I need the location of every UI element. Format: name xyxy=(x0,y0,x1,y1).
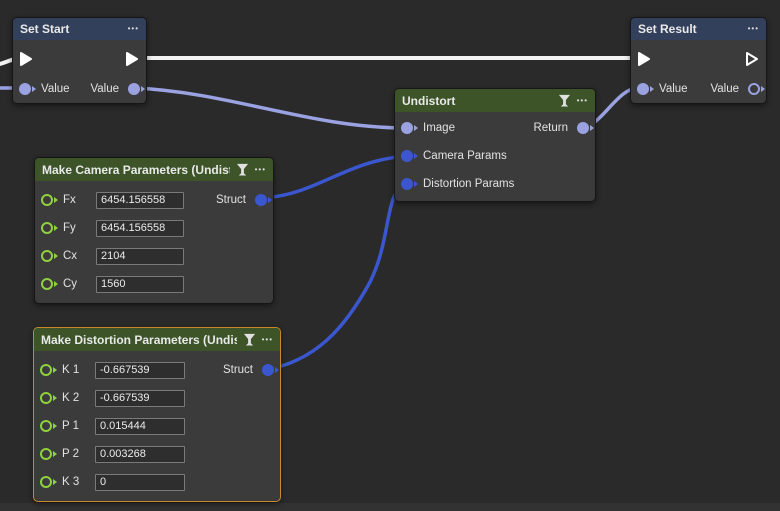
value-out-pin[interactable] xyxy=(128,83,140,95)
k3-in-pin[interactable] xyxy=(40,476,52,488)
cy-label: Cy xyxy=(63,278,88,290)
menu-icon[interactable]: ••• xyxy=(577,90,588,112)
cy-in-pin[interactable] xyxy=(41,278,53,290)
fx-input[interactable] xyxy=(96,192,184,209)
node-body: Value Value xyxy=(631,40,766,106)
param-row-cx: Cx xyxy=(35,242,273,270)
k3-input[interactable] xyxy=(95,474,185,491)
param-row-p2: P 2 xyxy=(34,440,280,468)
k1-label: K 1 xyxy=(62,364,87,376)
value-out-label: Value xyxy=(90,83,119,95)
node-title: Make Camera Parameters (Undistort) xyxy=(42,163,230,177)
node-body: Value Value xyxy=(13,40,146,106)
cx-in-pin[interactable] xyxy=(41,250,53,262)
node-make-distortion-parameters[interactable]: Make Distortion Parameters (Undistort) •… xyxy=(33,327,281,502)
node-title: Set Result xyxy=(638,22,742,36)
node-header[interactable]: Undistort ••• xyxy=(395,89,595,112)
menu-icon[interactable]: ••• xyxy=(748,18,759,40)
k2-input[interactable] xyxy=(95,390,185,407)
value-out-label: Value xyxy=(710,83,739,95)
struct-out-pin[interactable] xyxy=(255,194,267,206)
fx-label: Fx xyxy=(63,194,88,206)
node-body: Image Return Camera Params Distortion Pa… xyxy=(395,112,595,200)
p1-input[interactable] xyxy=(95,418,185,435)
p2-input[interactable] xyxy=(95,446,185,463)
k1-input[interactable] xyxy=(95,362,185,379)
exec-row xyxy=(13,44,146,74)
struct-out-label: Struct xyxy=(216,194,246,206)
return-out-label: Return xyxy=(533,122,568,134)
p1-in-pin[interactable] xyxy=(40,420,52,432)
param-row-fx: Fx Struct xyxy=(35,186,273,214)
funnel-filter-icon[interactable] xyxy=(558,94,571,107)
exec-out-pin[interactable] xyxy=(125,51,140,67)
camera-params-in-pin[interactable] xyxy=(401,150,413,162)
node-header[interactable]: Make Camera Parameters (Undistort) ••• xyxy=(35,158,273,181)
distortion-params-in-pin[interactable] xyxy=(401,178,413,190)
value-row: Value Value xyxy=(631,74,766,104)
node-set-start[interactable]: Set Start ••• Value Value xyxy=(12,17,147,104)
node-make-camera-parameters[interactable]: Make Camera Parameters (Undistort) ••• F… xyxy=(34,157,274,304)
funnel-filter-icon[interactable] xyxy=(243,333,256,346)
exec-in-pin[interactable] xyxy=(19,51,34,67)
menu-icon[interactable]: ••• xyxy=(262,329,273,351)
node-body: Fx Struct Fy Cx Cy xyxy=(35,181,273,300)
cx-input[interactable] xyxy=(96,248,184,265)
pin-row-camera-params: Camera Params xyxy=(395,142,595,170)
k1-in-pin[interactable] xyxy=(40,364,52,376)
node-undistort[interactable]: Undistort ••• Image Return Camera Params… xyxy=(394,88,596,202)
k3-label: K 3 xyxy=(62,476,87,488)
pin-row-image: Image Return xyxy=(395,114,595,142)
cy-input[interactable] xyxy=(96,276,184,293)
return-out-pin[interactable] xyxy=(577,122,589,134)
k2-in-pin[interactable] xyxy=(40,392,52,404)
node-graph-canvas[interactable]: Set Start ••• Value Value Set Result ••• xyxy=(0,0,780,511)
camera-params-in-label: Camera Params xyxy=(423,150,507,162)
param-row-k3: K 3 xyxy=(34,468,280,496)
struct-out-pin[interactable] xyxy=(262,364,274,376)
value-in-pin[interactable] xyxy=(19,83,31,95)
param-row-k1: K 1 Struct xyxy=(34,356,280,384)
menu-icon[interactable]: ••• xyxy=(255,159,266,181)
funnel-filter-icon[interactable] xyxy=(236,163,249,176)
param-row-fy: Fy xyxy=(35,214,273,242)
node-header[interactable]: Set Start ••• xyxy=(13,18,146,40)
fx-in-pin[interactable] xyxy=(41,194,53,206)
k2-label: K 2 xyxy=(62,392,87,404)
node-body: K 1 Struct K 2 P 1 P 2 xyxy=(34,351,280,498)
value-in-pin[interactable] xyxy=(637,83,649,95)
p2-label: P 2 xyxy=(62,448,87,460)
wire-set-start-value-to-undistort-image[interactable] xyxy=(134,88,406,128)
node-title: Make Distortion Parameters (Undistort) xyxy=(41,333,237,347)
exec-row xyxy=(631,44,766,74)
struct-out-label: Struct xyxy=(223,364,253,376)
param-row-p1: P 1 xyxy=(34,412,280,440)
param-row-k2: K 2 xyxy=(34,384,280,412)
cx-label: Cx xyxy=(63,250,88,262)
p2-in-pin[interactable] xyxy=(40,448,52,460)
value-in-label: Value xyxy=(659,83,688,95)
image-in-label: Image xyxy=(423,122,455,134)
value-out-pin[interactable] xyxy=(748,83,760,95)
image-in-pin[interactable] xyxy=(401,122,413,134)
value-in-label: Value xyxy=(41,83,70,95)
node-header[interactable]: Make Distortion Parameters (Undistort) •… xyxy=(34,328,280,351)
exec-in-pin[interactable] xyxy=(637,51,652,67)
node-title: Undistort xyxy=(402,94,552,108)
fy-input[interactable] xyxy=(96,220,184,237)
value-row: Value Value xyxy=(13,74,146,104)
wire-distortion-struct-to-undistort[interactable] xyxy=(264,184,406,370)
p1-label: P 1 xyxy=(62,420,87,432)
fy-in-pin[interactable] xyxy=(41,222,53,234)
menu-icon[interactable]: ••• xyxy=(128,18,139,40)
distortion-params-in-label: Distortion Params xyxy=(423,178,514,190)
node-set-result[interactable]: Set Result ••• Value Value xyxy=(630,17,767,104)
node-title: Set Start xyxy=(20,22,122,36)
node-header[interactable]: Set Result ••• xyxy=(631,18,766,40)
fy-label: Fy xyxy=(63,222,88,234)
exec-out-pin[interactable] xyxy=(745,51,760,67)
pin-row-distortion-params: Distortion Params xyxy=(395,170,595,198)
param-row-cy: Cy xyxy=(35,270,273,298)
wire-camera-struct-to-undistort[interactable] xyxy=(264,156,406,198)
